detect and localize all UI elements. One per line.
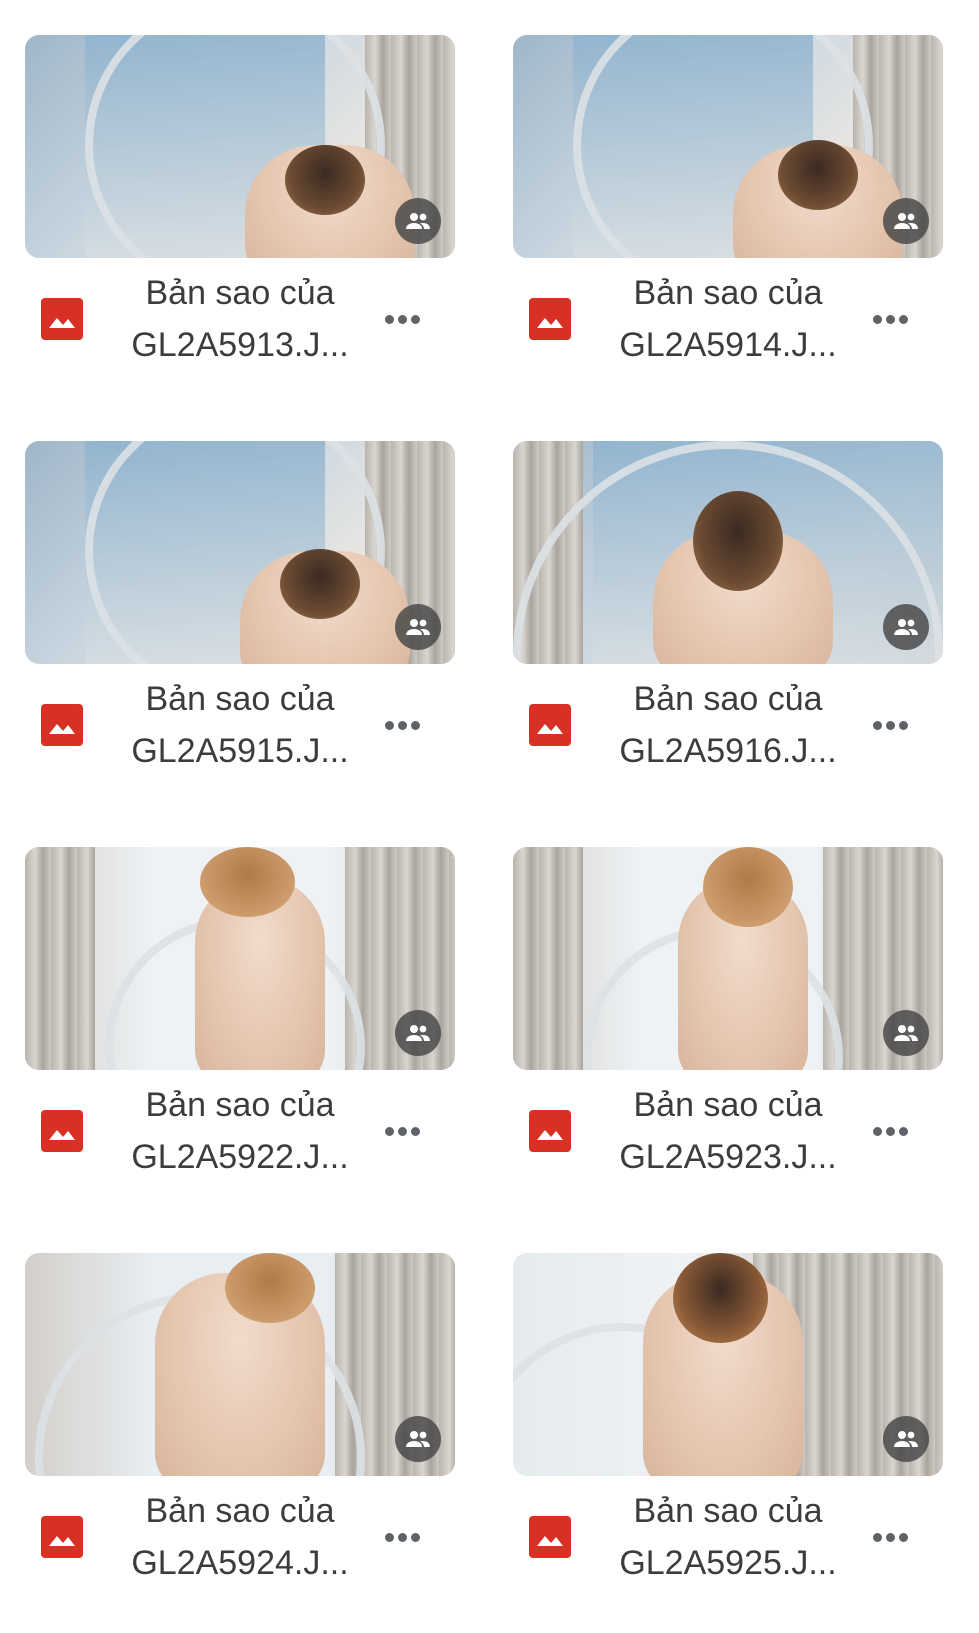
file-name-line1: Bản sao của	[633, 1492, 823, 1530]
file-thumbnail[interactable]	[25, 847, 455, 1070]
more-options-button[interactable]	[380, 299, 424, 339]
more-options-button[interactable]	[868, 1517, 912, 1557]
thumbnail-scene-hair	[285, 145, 365, 215]
file-card[interactable]: Bản sao của GL2A5915.J...	[25, 441, 455, 821]
file-name[interactable]: Bản sao của GL2A5916.J...	[593, 673, 863, 777]
file-name[interactable]: Bản sao của GL2A5923.J...	[593, 1079, 863, 1183]
more-options-dot	[410, 720, 420, 730]
more-options-button[interactable]	[380, 1111, 424, 1151]
file-name-line2: GL2A5924.J...	[131, 1544, 349, 1582]
file-card[interactable]: Bản sao của GL2A5924.J...	[25, 1253, 455, 1633]
thumbnail-scene-hair	[703, 847, 793, 927]
more-options-button[interactable]	[380, 705, 424, 745]
more-options-icon	[384, 720, 394, 730]
file-name-line1: Bản sao của	[145, 1086, 335, 1124]
more-options-dot	[898, 720, 908, 730]
shared-people-icon	[395, 1010, 441, 1056]
file-name-line1: Bản sao của	[145, 680, 335, 718]
more-options-dot	[397, 314, 407, 324]
image-file-icon	[529, 1516, 571, 1558]
more-options-dot	[397, 720, 407, 730]
more-options-dot	[410, 1532, 420, 1542]
more-options-button[interactable]	[380, 1517, 424, 1557]
file-name-line1: Bản sao của	[145, 1492, 335, 1530]
file-name-line1: Bản sao của	[633, 274, 823, 312]
more-options-icon	[872, 314, 882, 324]
file-name-line2: GL2A5916.J...	[619, 732, 837, 770]
file-thumbnail[interactable]	[25, 1253, 455, 1476]
file-card[interactable]: Bản sao của GL2A5923.J...	[513, 847, 943, 1227]
shared-people-icon	[883, 1010, 929, 1056]
file-name-line2: GL2A5913.J...	[131, 326, 349, 364]
shared-people-icon	[883, 1416, 929, 1462]
file-name-line1: Bản sao của	[145, 274, 335, 312]
more-options-dot	[885, 314, 895, 324]
more-options-dot	[885, 720, 895, 730]
file-grid: Bản sao của GL2A5913.J... Bản sao của GL…	[0, 0, 979, 1600]
thumbnail-scene-curtain	[25, 847, 95, 1070]
more-options-icon	[872, 1126, 882, 1136]
file-name-line2: GL2A5915.J...	[131, 732, 349, 770]
more-options-dot	[410, 1126, 420, 1136]
more-options-button[interactable]	[868, 705, 912, 745]
thumbnail-scene-hair	[280, 549, 360, 619]
shared-people-icon	[883, 198, 929, 244]
thumbnail-scene-hair	[225, 1253, 315, 1323]
file-card[interactable]: Bản sao của GL2A5916.J...	[513, 441, 943, 821]
file-name-line2: GL2A5925.J...	[619, 1544, 837, 1582]
file-name-line1: Bản sao của	[633, 680, 823, 718]
image-file-icon	[529, 1110, 571, 1152]
more-options-dot	[898, 1126, 908, 1136]
thumbnail-scene-hair	[778, 140, 858, 210]
thumbnail-scene-hair	[673, 1253, 768, 1343]
shared-people-icon	[395, 198, 441, 244]
file-name[interactable]: Bản sao của GL2A5915.J...	[105, 673, 375, 777]
file-thumbnail[interactable]	[25, 441, 455, 664]
file-name[interactable]: Bản sao của GL2A5925.J...	[593, 1485, 863, 1589]
more-options-icon	[872, 1532, 882, 1542]
file-thumbnail[interactable]	[25, 35, 455, 258]
file-name[interactable]: Bản sao của GL2A5924.J...	[105, 1485, 375, 1589]
file-card[interactable]: Bản sao của GL2A5913.J...	[25, 35, 455, 415]
more-options-dot	[397, 1126, 407, 1136]
shared-people-icon	[395, 1416, 441, 1462]
file-name[interactable]: Bản sao của GL2A5914.J...	[593, 267, 863, 371]
file-name-line1: Bản sao của	[633, 1086, 823, 1124]
file-card[interactable]: Bản sao của GL2A5922.J...	[25, 847, 455, 1227]
image-file-icon	[529, 704, 571, 746]
more-options-dot	[885, 1532, 895, 1542]
more-options-dot	[410, 314, 420, 324]
more-options-icon	[384, 1532, 394, 1542]
more-options-button[interactable]	[868, 1111, 912, 1151]
more-options-dot	[898, 1532, 908, 1542]
shared-people-icon	[395, 604, 441, 650]
more-options-dot	[397, 1532, 407, 1542]
file-name-line2: GL2A5923.J...	[619, 1138, 837, 1176]
file-thumbnail[interactable]	[513, 35, 943, 258]
more-options-icon	[384, 314, 394, 324]
file-name-line2: GL2A5922.J...	[131, 1138, 349, 1176]
image-file-icon	[41, 1516, 83, 1558]
thumbnail-scene-curtain	[513, 847, 583, 1070]
file-name-line2: GL2A5914.J...	[619, 326, 837, 364]
more-options-icon	[384, 1126, 394, 1136]
file-thumbnail[interactable]	[513, 847, 943, 1070]
file-name[interactable]: Bản sao của GL2A5922.J...	[105, 1079, 375, 1183]
image-file-icon	[41, 1110, 83, 1152]
file-card[interactable]: Bản sao của GL2A5914.J...	[513, 35, 943, 415]
more-options-dot	[898, 314, 908, 324]
file-thumbnail[interactable]	[513, 441, 943, 664]
thumbnail-scene-hair	[693, 491, 783, 591]
more-options-dot	[885, 1126, 895, 1136]
more-options-icon	[872, 720, 882, 730]
file-name[interactable]: Bản sao của GL2A5913.J...	[105, 267, 375, 371]
image-file-icon	[529, 298, 571, 340]
file-card[interactable]: Bản sao của GL2A5925.J...	[513, 1253, 943, 1633]
more-options-button[interactable]	[868, 299, 912, 339]
image-file-icon	[41, 704, 83, 746]
image-file-icon	[41, 298, 83, 340]
file-thumbnail[interactable]	[513, 1253, 943, 1476]
shared-people-icon	[883, 604, 929, 650]
thumbnail-scene-hair	[200, 847, 295, 917]
